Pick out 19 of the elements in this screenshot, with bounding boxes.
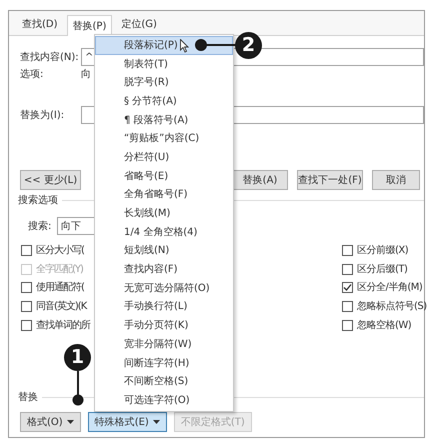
checkbox-label: 全字匹配(Y) — [36, 262, 83, 277]
field-label: 查找内容(N): — [20, 50, 80, 64]
callout-badge: 2 — [235, 32, 262, 59]
section-title: 搜索选项 — [18, 194, 58, 208]
callout-badge: 1 — [64, 344, 91, 371]
checkbox-label: 区分大小写( — [36, 244, 84, 258]
search-label: 搜索: — [28, 220, 52, 234]
options-label: 选项: — [20, 68, 44, 82]
field-label: 替换为(I): — [20, 108, 66, 122]
checkbox-label: 区分全/半角(M) — [357, 280, 422, 296]
checkbox-label: 区分前缀(X) — [357, 244, 408, 258]
section-title: 替换 — [18, 390, 38, 404]
options-value: 向 — [81, 68, 91, 82]
checkbox-label: 区分后缀(T) — [357, 262, 408, 277]
checkbox-label: 忽略标点符号(S) — [357, 300, 427, 314]
checkbox-label: 忽略空格(W) — [357, 318, 412, 333]
checkbox-label: 使用通配符( — [36, 280, 84, 296]
checkbox-label: 查找单词的所 — [36, 318, 90, 333]
checkbox-label: 同音(英文)(K — [36, 300, 86, 314]
